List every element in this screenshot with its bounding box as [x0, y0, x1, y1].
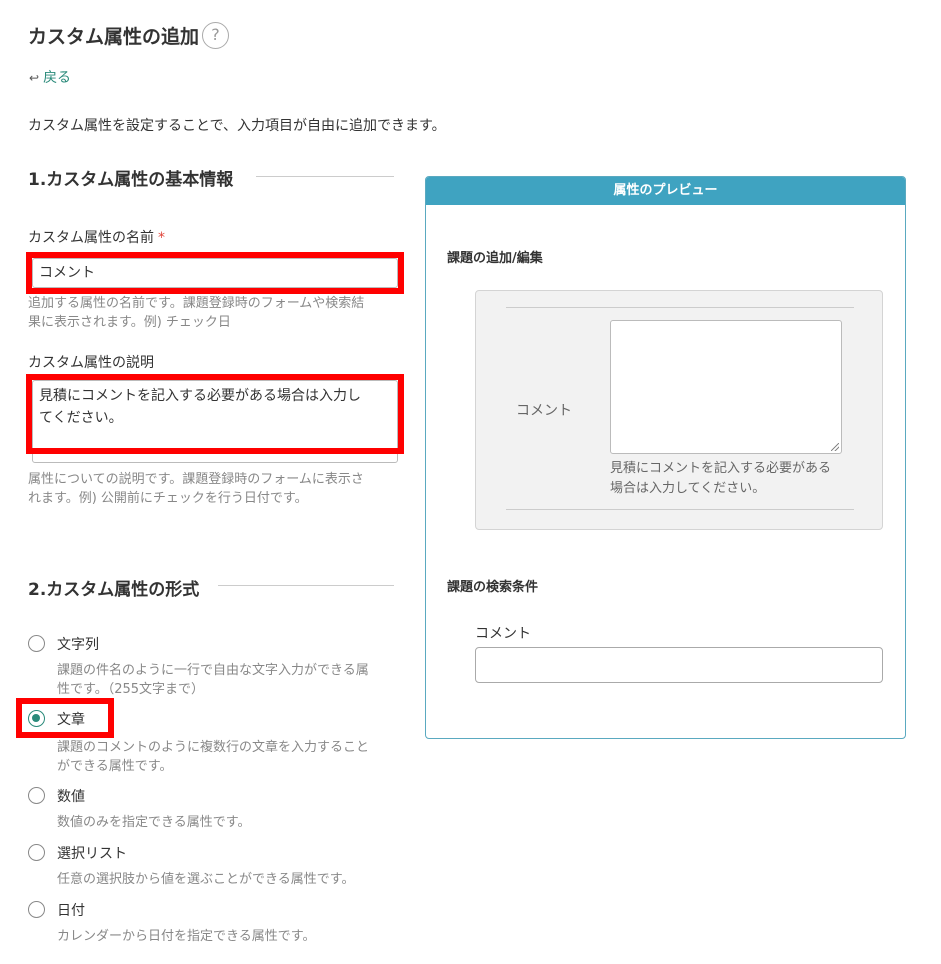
name-hint-line: 追加する属性の名前です。課題登録時のフォームや検索結 [28, 296, 365, 311]
name-hint-line: 果に表示されます。例) チェック日 [28, 315, 231, 330]
option-desc-line: 課題のコメントのように複数行の文章を入力すること [57, 740, 370, 755]
option-label[interactable]: 文章 [57, 709, 85, 729]
radio-number[interactable] [28, 787, 45, 804]
preview-search-label: コメント [475, 626, 531, 642]
preview-field-desc-line: 見積にコメントを記入する必要がある [610, 461, 832, 476]
preview-search-heading: 課題の検索条件 [447, 580, 539, 595]
preview-field-label: コメント [516, 403, 572, 419]
desc-hint-line: れます。例) 公開前にチェックを行う日付です。 [28, 491, 308, 506]
option-label[interactable]: 日付 [57, 900, 85, 920]
preview-edit-heading: 課題の追加/編集 [447, 251, 543, 266]
section-format-heading: 2.カスタム属性の形式 [28, 580, 200, 600]
radio-text-string[interactable] [28, 635, 45, 652]
option-label[interactable]: 数値 [57, 786, 85, 806]
section-divider [218, 585, 394, 586]
name-hint: 追加する属性の名前です。課題登録時のフォームや検索結 果に表示されます。例) チ… [28, 294, 364, 332]
back-arrow-icon: ↩ [29, 71, 40, 85]
preview-textarea[interactable] [610, 320, 842, 454]
desc-hint-line: 属性についての説明です。課題登録時のフォームに表示さ [28, 472, 364, 487]
desc-hint: 属性についての説明です。課題登録時のフォームに表示さ れます。例) 公開前にチェ… [28, 470, 364, 508]
preview-divider [506, 307, 854, 308]
option-desc-line: ができる属性です。 [57, 759, 173, 774]
option-desc: 課題のコメントのように複数行の文章を入力すること ができる属性です。 [57, 738, 369, 776]
section-basic-info-heading: 1.カスタム属性の基本情報 [28, 170, 234, 190]
preview-field-desc-line: 場合は入力してください。 [610, 481, 766, 496]
option-desc: 任意の選択肢から値を選ぶことができる属性です。 [57, 872, 355, 887]
desc-label: カスタム属性の説明 [28, 355, 154, 371]
section-divider [256, 176, 394, 177]
help-icon[interactable]: ? [202, 22, 229, 49]
preview-form-box: コメント 見積にコメントを記入する必要がある 場合は入力してください。 [475, 290, 883, 530]
preview-panel-header: 属性のプレビュー [426, 177, 905, 205]
back-link-label: 戻る [43, 70, 72, 86]
radio-paragraph[interactable] [28, 710, 45, 727]
option-label[interactable]: 文字列 [57, 634, 99, 654]
option-desc: 数値のみを指定できる属性です。 [57, 815, 251, 830]
name-label: カスタム属性の名前 * [28, 227, 165, 247]
back-link[interactable]: ↩ 戻る [29, 67, 71, 87]
option-desc: 課題の件名のように一行で自由な文字入力ができる属 性です。（255文字まで） [57, 661, 369, 699]
preview-panel: 属性のプレビュー 課題の追加/編集 コメント 見積にコメントを記入する必要がある… [425, 176, 906, 739]
page-title: カスタム属性の追加 [28, 26, 200, 48]
radio-select-list[interactable] [28, 844, 45, 861]
radio-date[interactable] [28, 901, 45, 918]
preview-divider [506, 509, 854, 510]
name-input-value: コメント [39, 265, 95, 281]
name-label-text: カスタム属性の名前 [28, 230, 154, 246]
option-desc-line: 課題の件名のように一行で自由な文字入力ができる属 [57, 663, 369, 678]
highlight-box-desc-overlay [26, 374, 404, 454]
option-desc-line: 性です。（255文字まで） [57, 682, 205, 697]
option-desc: カレンダーから日付を指定できる属性です。 [57, 929, 316, 944]
required-mark: * [158, 230, 165, 246]
name-input[interactable]: コメント [32, 258, 398, 288]
intro-text: カスタム属性を設定することで、入力項目が自由に追加できます。 [28, 118, 446, 134]
option-label[interactable]: 選択リスト [57, 843, 127, 863]
resize-handle-icon[interactable] [831, 443, 839, 451]
preview-search-input[interactable] [475, 647, 883, 683]
preview-field-desc: 見積にコメントを記入する必要がある 場合は入力してください。 [610, 459, 831, 499]
